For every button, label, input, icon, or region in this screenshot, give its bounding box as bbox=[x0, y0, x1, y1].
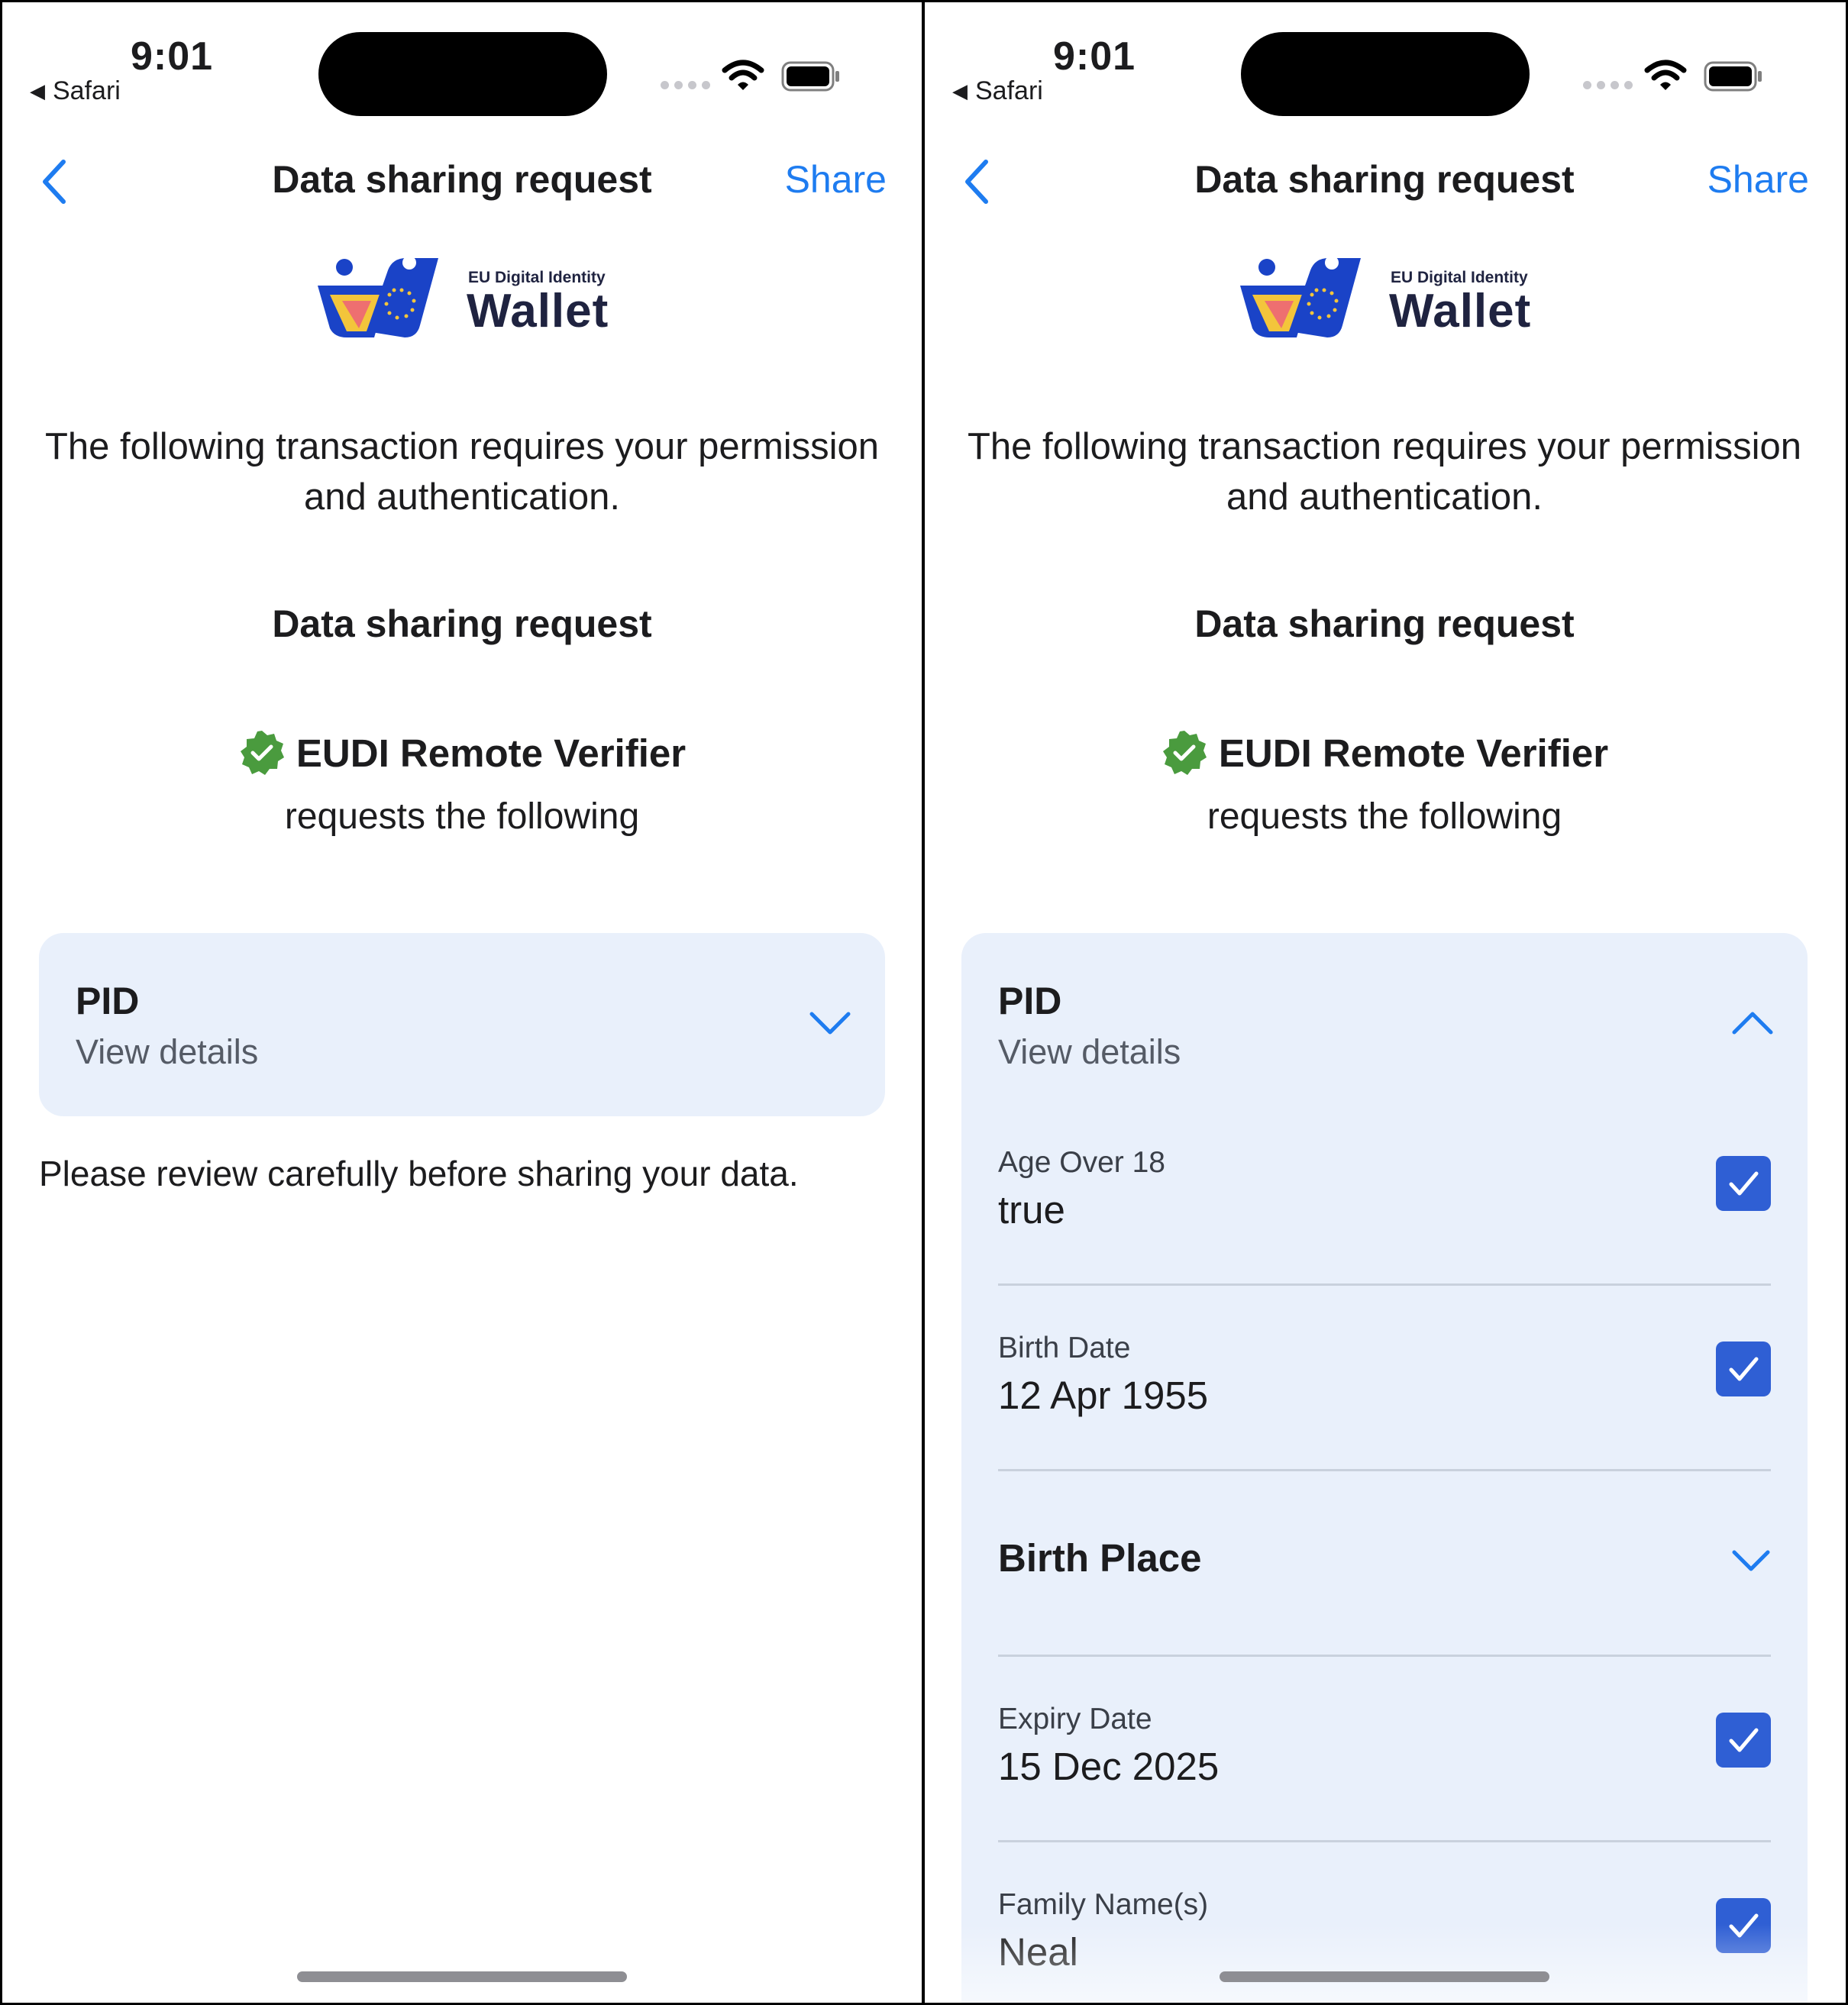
field-value: Neal bbox=[998, 1930, 1078, 1974]
field-label: Birth Date bbox=[998, 1332, 1131, 1364]
status-time: 9:01 bbox=[1053, 34, 1136, 79]
chevron-up-icon[interactable] bbox=[1731, 1009, 1774, 1037]
pid-view-details: View details bbox=[998, 1032, 1181, 1071]
verifier-requests-text: requests the following bbox=[284, 796, 640, 837]
verifier-row: EUDI Remote Verifier bbox=[2, 729, 922, 776]
cellular-signal-icon bbox=[661, 81, 710, 89]
logo-title: Wallet bbox=[467, 285, 609, 337]
dynamic-island bbox=[1241, 32, 1530, 116]
back-arrow-icon: ◀ bbox=[30, 79, 45, 102]
field-label: Family Name(s) bbox=[998, 1888, 1209, 1921]
field-label: Expiry Date bbox=[998, 1703, 1152, 1735]
field-value: 15 Dec 2025 bbox=[998, 1745, 1220, 1788]
verified-badge-icon bbox=[1162, 731, 1207, 775]
back-arrow-icon: ◀ bbox=[952, 79, 968, 102]
pid-view-details: View details bbox=[76, 1032, 259, 1071]
review-note: Please review carefully before sharing y… bbox=[39, 1154, 799, 1193]
field-value: 12 Apr 1955 bbox=[998, 1374, 1209, 1417]
back-app-label: Safari bbox=[53, 76, 121, 105]
home-indicator[interactable] bbox=[297, 1971, 627, 1982]
wifi-icon bbox=[1644, 60, 1687, 90]
battery-icon bbox=[1704, 61, 1762, 92]
dynamic-island bbox=[318, 32, 607, 116]
back-app-label: Safari bbox=[975, 76, 1043, 105]
section-title: Data sharing request bbox=[272, 602, 652, 645]
nav-title: Data sharing request bbox=[272, 158, 652, 201]
share-button[interactable]: Share bbox=[785, 157, 887, 202]
intro-text: The following transaction requires your … bbox=[44, 426, 880, 518]
field-label: Age Over 18 bbox=[998, 1146, 1165, 1179]
status-time: 9:01 bbox=[131, 34, 214, 79]
screen-expanded: 9:01 ◀ Safari Data sharing request Share… bbox=[925, 0, 1844, 2005]
verifier-name: EUDI Remote Verifier bbox=[1218, 731, 1609, 775]
field-row-age-over-18: Age Over 18 true bbox=[998, 1100, 1771, 1286]
back-to-app[interactable]: ◀ Safari bbox=[30, 76, 121, 106]
pid-title: PID bbox=[76, 980, 140, 1022]
checkbox-checked-icon[interactable] bbox=[1716, 1713, 1771, 1768]
pid-title: PID bbox=[998, 980, 1062, 1022]
group-label: Birth Place bbox=[998, 1536, 1202, 1580]
section-title: Data sharing request bbox=[1194, 602, 1575, 645]
field-value: true bbox=[998, 1188, 1065, 1232]
checkbox-checked-icon[interactable] bbox=[1716, 1156, 1771, 1211]
checkbox-checked-icon[interactable] bbox=[1716, 1898, 1771, 1953]
field-row-expiry-date: Expiry Date 15 Dec 2025 bbox=[998, 1657, 1771, 1842]
share-button[interactable]: Share bbox=[1707, 157, 1809, 202]
battery-icon bbox=[781, 61, 839, 92]
wifi-icon bbox=[722, 60, 764, 90]
back-to-app[interactable]: ◀ Safari bbox=[952, 76, 1043, 106]
pid-card[interactable]: PID View details bbox=[39, 933, 885, 1116]
chevron-down-icon[interactable] bbox=[1731, 1548, 1771, 1574]
cellular-signal-icon bbox=[1583, 81, 1633, 89]
logo-title: Wallet bbox=[1389, 285, 1532, 337]
nav-title: Data sharing request bbox=[1194, 158, 1575, 201]
verified-badge-icon bbox=[240, 731, 284, 775]
chevron-down-icon[interactable] bbox=[809, 1009, 851, 1037]
checkbox-checked-icon[interactable] bbox=[1716, 1342, 1771, 1396]
verifier-requests-text: requests the following bbox=[1207, 796, 1562, 837]
intro-text: The following transaction requires your … bbox=[967, 426, 1802, 518]
screen-collapsed: 9:01 ◀ Safari Data sharing request Share… bbox=[2, 0, 922, 2005]
field-row-birth-date: Birth Date 12 Apr 1955 bbox=[998, 1286, 1771, 1471]
home-indicator[interactable] bbox=[1220, 1971, 1549, 1982]
group-row-birth-place[interactable]: Birth Place bbox=[998, 1471, 1771, 1657]
pid-card-expanded: PID View details Age Over 18 true Birth … bbox=[961, 933, 1808, 2005]
verifier-row: EUDI Remote Verifier bbox=[925, 729, 1844, 776]
verifier-name: EUDI Remote Verifier bbox=[296, 731, 687, 775]
